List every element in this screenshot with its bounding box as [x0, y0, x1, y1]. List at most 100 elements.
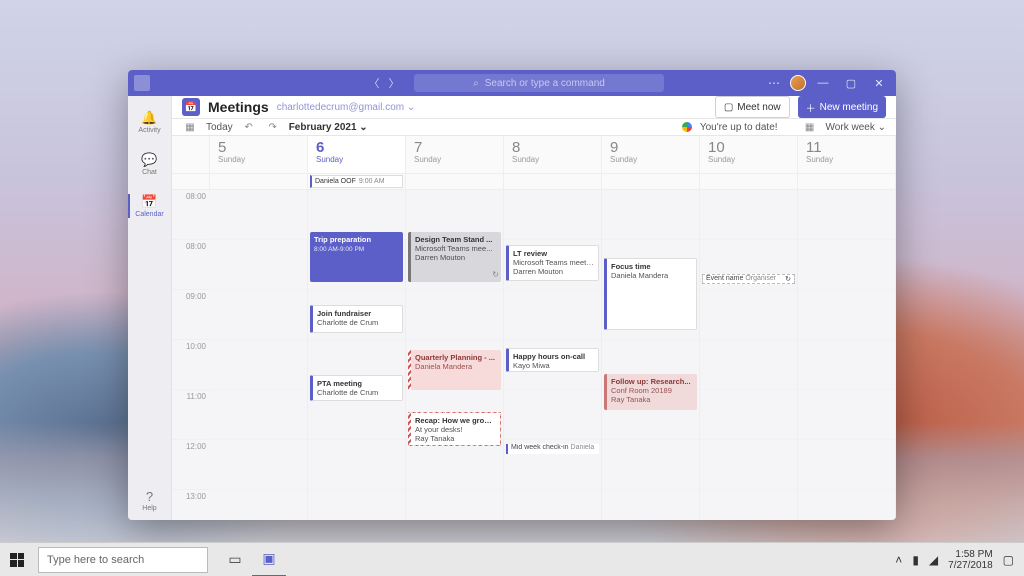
event-allday[interactable]: Daniela OOF 9:00 AM — [310, 175, 403, 188]
task-view-button[interactable]: ▭ — [218, 543, 252, 576]
calendar-icon: 📅 — [141, 194, 157, 210]
titlebar: 〈 〉 ⌕ Search or type a command ⋯ — ▢ ✕ — [128, 70, 896, 96]
grid-corner — [172, 136, 210, 174]
windows-logo-icon — [10, 553, 24, 567]
hour-label: 11:00 — [172, 390, 210, 440]
hour-label: 08:00 — [172, 190, 210, 240]
new-meeting-label: New meeting — [820, 102, 878, 113]
clock-time: 1:58 PM — [948, 549, 993, 560]
day-header[interactable]: 10Sunday — [700, 136, 798, 173]
allday-row: Daniela OOF 9:00 AM — [210, 174, 896, 190]
google-icon — [682, 122, 692, 132]
teams-logo-icon — [134, 75, 150, 91]
meet-now-button[interactable]: ▢ Meet now — [715, 96, 790, 118]
event-sub: Daniela — [571, 444, 595, 451]
day-column[interactable]: Event name Organiser ↻ — [700, 190, 798, 520]
tray-chevron-icon[interactable]: ˄ — [895, 553, 902, 567]
rail-activity[interactable]: 🔔 Activity — [128, 102, 172, 142]
start-button[interactable] — [0, 543, 34, 576]
chat-icon: 💬 — [141, 152, 157, 168]
hour-label: 08:00 — [172, 240, 210, 290]
day-column[interactable]: Trip preparation 8:00 AM-9:00 PM Join fu… — [308, 190, 406, 520]
search-icon: ⌕ — [473, 78, 479, 89]
rail-label: Chat — [142, 169, 157, 176]
month-picker[interactable]: February 2021 ⌄ — [289, 122, 368, 133]
new-meeting-button[interactable]: ＋ New meeting — [798, 96, 886, 118]
event-draft[interactable]: Event name Organiser ↻ — [702, 274, 795, 284]
event-block[interactable]: Design Team Stand ... Microsoft Teams me… — [408, 232, 501, 282]
prev-week-button[interactable]: ↶ — [241, 119, 257, 135]
event-sub: Daniela Mandera — [415, 362, 497, 371]
event-sub: Darren Mouton — [513, 267, 594, 276]
day-column[interactable]: Focus time Daniela Mandera Follow up: Re… — [602, 190, 700, 520]
battery-icon[interactable]: ▮ — [912, 553, 919, 567]
day-header[interactable]: 7Sunday — [406, 136, 504, 173]
command-search-input[interactable]: ⌕ Search or type a command — [414, 74, 664, 92]
page-title: Meetings — [208, 99, 269, 115]
rail-help[interactable]: ? Help — [128, 480, 172, 520]
forward-button[interactable]: 〉 — [386, 75, 402, 91]
event-title: Daniela OOF — [315, 178, 356, 185]
day-column[interactable] — [210, 190, 308, 520]
day-header[interactable]: 11Sunday — [798, 136, 896, 173]
rail-chat[interactable]: 💬 Chat — [128, 144, 172, 184]
event-title: Mid week check-in — [511, 444, 569, 451]
event-block[interactable]: Trip preparation 8:00 AM-9:00 PM — [310, 232, 403, 282]
event-title: LT review — [513, 249, 594, 258]
sync-status: You're up to date! — [700, 122, 778, 133]
event-title: Focus time — [611, 262, 692, 271]
day-header-today[interactable]: 6Sunday — [308, 136, 406, 173]
day-header[interactable]: 8Sunday — [504, 136, 602, 173]
today-icon: ▦ — [182, 119, 198, 135]
event-block[interactable]: LT review Microsoft Teams meeting Darren… — [506, 245, 599, 281]
notifications-icon[interactable]: ▢ — [1003, 553, 1014, 567]
day-column[interactable]: LT review Microsoft Teams meeting Darren… — [504, 190, 602, 520]
hour-label: 12:00 — [172, 440, 210, 490]
event-sub: Ray Tanaka — [415, 434, 496, 443]
more-options-button[interactable]: ⋯ — [764, 76, 784, 90]
today-button[interactable]: Today — [206, 122, 233, 133]
event-block[interactable]: Happy hours on-call Kayo Miwa — [506, 348, 599, 372]
command-placeholder: Search or type a command — [485, 78, 605, 89]
day-column[interactable]: Design Team Stand ... Microsoft Teams me… — [406, 190, 504, 520]
meet-now-label: Meet now — [737, 102, 780, 113]
user-avatar[interactable] — [790, 75, 806, 91]
day-headers: 5Sunday 6Sunday 7Sunday 8Sunday 9Sunday … — [210, 136, 896, 174]
close-button[interactable]: ✕ — [868, 72, 890, 94]
event-title: Join fundraiser — [317, 309, 398, 318]
calendar-toolbar: ▦ Today ↶ ↷ February 2021 ⌄ You're up to… — [172, 119, 896, 136]
event-block[interactable]: PTA meeting Charlotte de Crum — [310, 375, 403, 401]
event-title: Design Team Stand ... — [415, 235, 497, 244]
calendar-grid: Trip preparation 8:00 AM-9:00 PM Join fu… — [210, 190, 896, 520]
help-icon: ? — [146, 489, 153, 504]
event-block[interactable]: Recap: How we grow - II At your desks! R… — [408, 412, 501, 446]
recurrence-icon: ↻ — [785, 275, 791, 283]
rail-calendar[interactable]: 📅 Calendar — [128, 186, 172, 226]
hour-label: 13:00 — [172, 490, 210, 520]
day-header[interactable]: 5Sunday — [210, 136, 308, 173]
event-block[interactable]: Follow up: Research... Conf Room 20189 R… — [604, 374, 697, 410]
event-sub: Microsoft Teams mee... — [415, 244, 497, 253]
day-header[interactable]: 9Sunday — [602, 136, 700, 173]
taskbar-teams-button[interactable]: ▣ — [252, 543, 286, 576]
event-block[interactable]: Quarterly Planning - ... Daniela Mandera — [408, 350, 501, 390]
event-block[interactable]: Join fundraiser Charlotte de Crum — [310, 305, 403, 333]
event-title: Happy hours on-call — [513, 352, 594, 361]
maximize-button[interactable]: ▢ — [840, 72, 862, 94]
wifi-icon[interactable]: ◢ — [929, 553, 938, 567]
tray-clock[interactable]: 1:58 PM 7/27/2018 — [948, 549, 993, 571]
plus-icon: ＋ — [806, 100, 816, 115]
minimize-button[interactable]: — — [812, 72, 834, 94]
back-button[interactable]: 〈 — [366, 75, 382, 91]
event-block[interactable]: Focus time Daniela Mandera — [604, 258, 697, 330]
event-sub: Charlotte de Crum — [317, 388, 398, 397]
event-block[interactable]: Mid week check-in Daniela — [506, 444, 599, 454]
taskbar-search-input[interactable]: Type here to search — [38, 547, 208, 573]
account-email[interactable]: charlottedecrum@gmail.com ⌄ — [277, 102, 416, 113]
day-column[interactable] — [798, 190, 896, 520]
page-header: 📅 Meetings charlottedecrum@gmail.com ⌄ ▢… — [172, 96, 896, 119]
rail-label: Help — [142, 505, 156, 512]
view-picker[interactable]: Work week ⌄ — [826, 122, 886, 133]
hour-labels: 08:00 08:00 09:00 10:00 11:00 12:00 13:0… — [172, 190, 210, 520]
next-week-button[interactable]: ↷ — [265, 119, 281, 135]
